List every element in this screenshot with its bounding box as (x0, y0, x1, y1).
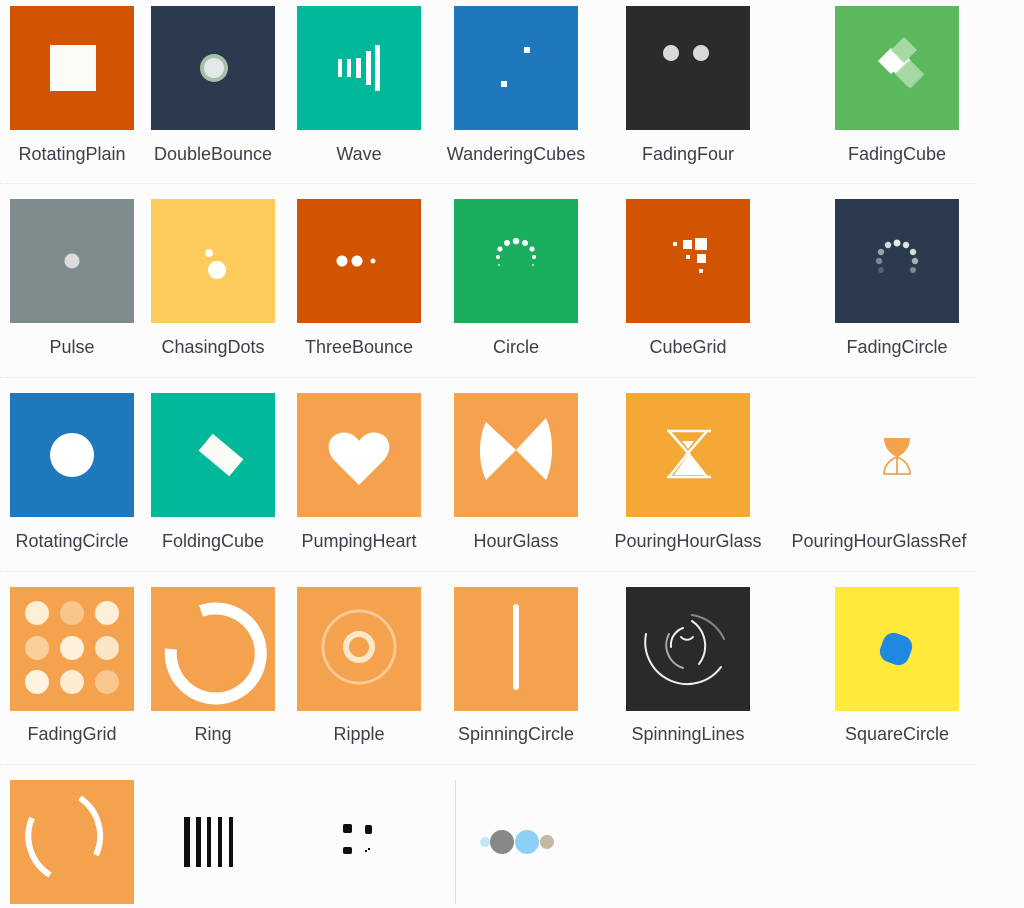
spinner-label: FoldingCube (161, 531, 265, 551)
hour-glass-icon (480, 418, 552, 480)
spinner-pulse[interactable] (10, 199, 134, 323)
ring-icon (164, 602, 267, 705)
ripple-icon (321, 609, 397, 685)
spinner-folding-cube[interactable] (151, 393, 275, 517)
spinner-spinning-circle[interactable] (454, 587, 578, 711)
spinner-label: ThreeBounce (304, 337, 414, 357)
spinner-fading-circle[interactable] (835, 199, 959, 323)
colored-dots-icon (480, 830, 554, 854)
row-divider (0, 571, 976, 572)
spinner-wave-bars[interactable] (151, 780, 275, 904)
spinner-label: PouringHourGlass (614, 531, 762, 551)
fading-four-icon (663, 45, 709, 61)
spinner-chasing-dots[interactable] (151, 199, 275, 323)
wave-bars-icon (184, 817, 233, 867)
spinner-ripple[interactable] (297, 587, 421, 711)
spinner-hour-glass[interactable] (454, 393, 578, 517)
spinner-fading-cube[interactable] (835, 6, 959, 130)
spinning-lines-icon (644, 614, 725, 686)
rotating-circle-icon (50, 433, 94, 477)
spinner-fading-grid[interactable] (10, 587, 134, 711)
spinner-label: RotatingPlain (18, 144, 126, 164)
spinner-label: Ring (194, 724, 232, 744)
spinner-three-bounce[interactable] (297, 199, 421, 323)
spinner-wandering-cubes[interactable] (454, 6, 578, 130)
fading-circle-icon (875, 239, 919, 273)
dual-ring-icon (25, 795, 104, 878)
spinner-colored-dots[interactable] (470, 780, 594, 904)
chasing-dots-icon (205, 249, 226, 279)
spinner-label: ChasingDots (161, 337, 265, 357)
spinner-double-bounce[interactable] (151, 6, 275, 130)
spinner-square-circle[interactable] (835, 587, 959, 711)
column-divider (455, 780, 456, 904)
wandering-cubes-icon (501, 47, 530, 87)
row-divider (0, 183, 976, 184)
spinner-label: FadingCube (847, 144, 947, 164)
spinner-label: Wave (336, 144, 382, 164)
fading-cube-icon (878, 37, 925, 89)
pouring-hour-glass-ref-icon (883, 438, 911, 475)
rotating-plain-icon (50, 45, 96, 91)
double-bounce-icon (200, 54, 228, 82)
spinner-pouring-hour-glass-ref[interactable] (835, 393, 959, 517)
spinner-label: Circle (492, 337, 540, 357)
spinner-wave[interactable] (297, 6, 421, 130)
heart-icon (328, 432, 390, 485)
spinner-label: HourGlass (473, 531, 559, 551)
spinner-label: DoubleBounce (153, 144, 273, 164)
spinner-pouring-hour-glass[interactable] (626, 393, 750, 517)
spinning-circle-icon (513, 604, 519, 690)
spinner-label: WanderingCubes (446, 144, 586, 164)
circle-icon (496, 237, 536, 267)
spinner-label: SpinningCircle (457, 724, 575, 744)
spinner-label: Pulse (49, 337, 95, 357)
spinner-rotating-plain[interactable] (10, 6, 134, 130)
wave-icon (338, 45, 380, 91)
cube-grid-icon (673, 238, 707, 273)
spinner-label: FadingCircle (846, 337, 948, 357)
spinner-label: PouringHourGlassRef (791, 531, 967, 551)
pouring-hour-glass-icon (667, 429, 711, 479)
spinner-rotating-circle[interactable] (10, 393, 134, 517)
spinner-circle[interactable] (454, 199, 578, 323)
spinner-label: CubeGrid (649, 337, 727, 357)
row-divider (0, 377, 976, 378)
three-bounce-icon (336, 255, 376, 267)
spinner-ring[interactable] (151, 587, 275, 711)
spinner-label: FadingFour (641, 144, 735, 164)
square-circle-icon (879, 632, 913, 666)
spinner-fading-four[interactable] (626, 6, 750, 130)
spinner-label: RotatingCircle (15, 531, 129, 551)
spinner-label: SpinningLines (631, 724, 745, 744)
spinner-pumping-heart[interactable] (297, 393, 421, 517)
spinner-label: SquareCircle (844, 724, 950, 744)
spinner-cube-grid[interactable] (626, 199, 750, 323)
spinner-dual-ring[interactable] (10, 780, 134, 904)
spinner-label: Ripple (333, 724, 385, 744)
spinner-label: PumpingHeart (301, 531, 417, 551)
fading-grid-icon (25, 601, 119, 694)
spinner-cube-quad[interactable] (297, 780, 421, 904)
cube-quad-icon (343, 824, 372, 854)
pulse-icon (64, 253, 80, 269)
folding-cube-icon (198, 433, 244, 477)
spinner-spinning-lines[interactable] (626, 587, 750, 711)
spinner-label: FadingGrid (27, 724, 117, 744)
row-divider (0, 764, 976, 765)
